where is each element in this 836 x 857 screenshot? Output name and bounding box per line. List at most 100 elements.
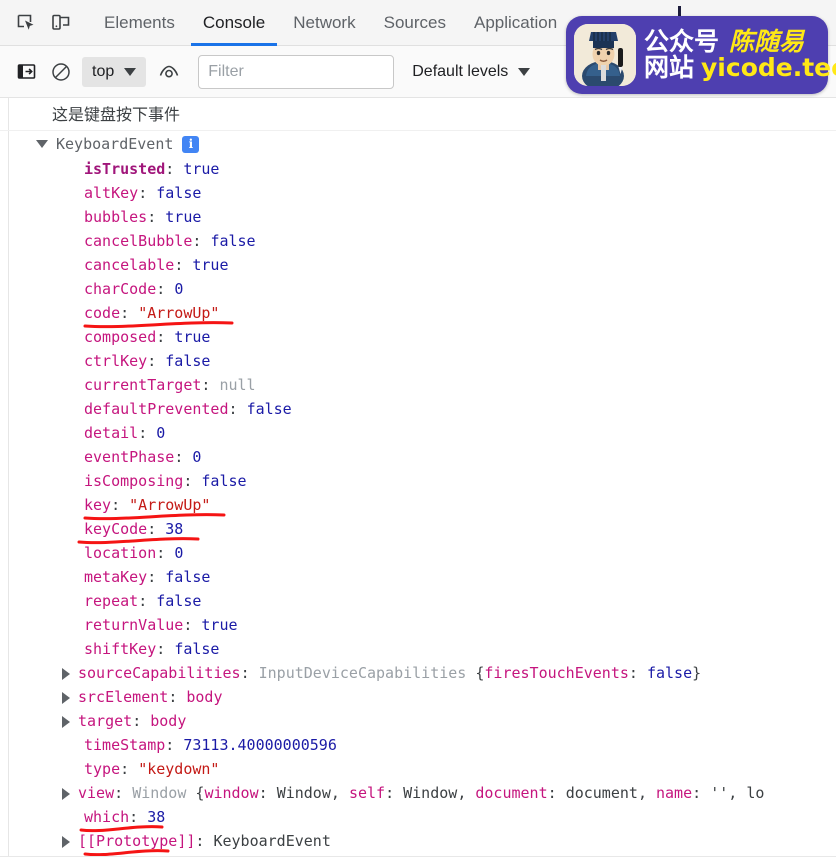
property-key: detail (84, 424, 139, 442)
info-icon[interactable]: i (182, 135, 200, 153)
property-key: bubbles (84, 208, 148, 226)
property-key: sourceCapabilities (78, 664, 241, 682)
tab-elements[interactable]: Elements (90, 0, 189, 46)
property-key: shiftKey (84, 640, 157, 658)
property-colon: : (201, 376, 220, 394)
property-colon: : (111, 496, 130, 514)
live-expression-icon[interactable] (152, 55, 186, 89)
execution-context-dropdown[interactable]: top (82, 56, 147, 87)
property-value: KeyboardEvent (213, 832, 331, 850)
property-key: target (78, 712, 133, 730)
tab-network[interactable]: Network (279, 0, 369, 46)
tab-sources[interactable]: Sources (370, 0, 460, 46)
property-value: true (174, 328, 211, 346)
property-colon: : (138, 184, 157, 202)
property-colon: : (147, 352, 166, 370)
property-row: altKey: false (0, 181, 836, 205)
property-value: false (246, 400, 292, 418)
property-value: true (183, 160, 220, 178)
tab-console[interactable]: Console (189, 0, 279, 46)
execution-context-value: top (92, 62, 115, 80)
property-row: keyCode: 38 (0, 517, 836, 545)
property-key: code (84, 304, 121, 322)
filter-input[interactable] (198, 54, 395, 89)
property-key: view (78, 784, 115, 802)
property-value: false (165, 568, 211, 586)
property-colon: : (120, 304, 139, 322)
property-colon: : (138, 592, 157, 610)
property-key: srcElement (78, 688, 169, 706)
property-row: isTrusted: true (0, 157, 836, 181)
property-row[interactable]: target: body (0, 709, 836, 733)
property-key: composed (84, 328, 157, 346)
watermark-badge: 公众号 陈随易 网站 yicode.tech (566, 16, 836, 94)
property-key: defaultPrevented (84, 400, 229, 418)
clear-console-icon[interactable] (44, 55, 78, 89)
object-constructor-name: KeyboardEvent (56, 135, 174, 153)
watermark-line-account: 公众号 陈随易 (644, 28, 836, 56)
triangle-right-icon[interactable] (62, 787, 70, 800)
property-colon: : (138, 424, 157, 442)
watermark-site-url: yicode.tech (701, 53, 836, 82)
property-colon: : (174, 448, 193, 466)
triangle-right-icon[interactable] (62, 691, 70, 704)
property-value: true (201, 616, 238, 634)
property-colon: : (120, 760, 139, 778)
watermark-text: 公众号 陈随易 网站 yicode.tech (644, 28, 836, 82)
property-colon: : (156, 280, 175, 298)
property-row: detail: 0 (0, 421, 836, 445)
inspect-element-icon[interactable] (10, 6, 44, 40)
keyboard-event-object-header[interactable]: KeyboardEvent i (0, 131, 836, 157)
property-row: location: 0 (0, 541, 836, 565)
triangle-down-icon[interactable] (36, 140, 48, 148)
property-row[interactable]: srcElement: body (0, 685, 836, 709)
property-value: false (156, 184, 202, 202)
property-colon: : (156, 640, 175, 658)
triangle-right-icon[interactable] (62, 715, 70, 728)
property-key: [[Prototype]] (78, 832, 196, 850)
property-colon: : (174, 256, 193, 274)
property-row: currentTarget: null (0, 373, 836, 397)
property-row: charCode: 0 (0, 277, 836, 301)
log-levels-value: Default levels (412, 62, 509, 80)
property-value: 0 (156, 424, 166, 442)
device-toolbar-icon[interactable] (44, 6, 78, 40)
triangle-right-icon[interactable] (62, 835, 70, 848)
property-value: "keydown" (138, 760, 220, 778)
tab-label: Elements (104, 12, 175, 32)
property-value: body (186, 688, 223, 706)
property-colon: : (228, 400, 247, 418)
console-message-row[interactable]: 这是键盘按下事件 (0, 98, 836, 131)
property-value: "ArrowUp" (138, 304, 220, 322)
devtools-tabs: Elements Console Network Sources Applica… (90, 0, 571, 46)
property-row[interactable]: view: Window {window: Window, self: Wind… (0, 781, 836, 805)
property-key: type (84, 760, 121, 778)
property-row[interactable]: sourceCapabilities: InputDeviceCapabilit… (0, 661, 836, 685)
property-key: altKey (84, 184, 139, 202)
log-levels-dropdown[interactable]: Default levels (412, 62, 531, 81)
console-sidebar-icon[interactable] (10, 55, 44, 89)
property-colon: : (240, 664, 259, 682)
property-colon: : (165, 736, 184, 754)
triangle-right-icon[interactable] (62, 667, 70, 680)
property-key: which (84, 808, 130, 826)
avatar (574, 24, 636, 86)
property-value: null (219, 376, 256, 394)
property-value: 38 (147, 808, 166, 826)
watermark-line-site: 网站 yicode.tech (644, 53, 836, 82)
property-value: 73113.40000000596 (183, 736, 337, 754)
property-key: key (84, 496, 112, 514)
property-row: which: 38 (0, 805, 836, 833)
console-output[interactable]: 这是键盘按下事件 KeyboardEvent i isTrusted: true… (0, 98, 836, 857)
property-colon: : (192, 232, 211, 250)
property-colon: : (129, 808, 148, 826)
tab-label: Application (473, 12, 558, 32)
property-value: InputDeviceCapabilities {firesTouchEvent… (258, 664, 702, 682)
property-row: key: "ArrowUp" (0, 493, 836, 521)
tab-label: Network (293, 12, 356, 32)
property-key: eventPhase (84, 448, 175, 466)
tab-application[interactable]: Application (460, 0, 571, 46)
property-row[interactable]: [[Prototype]]: KeyboardEvent (0, 829, 836, 857)
property-colon: : (156, 328, 175, 346)
property-value: false (156, 592, 202, 610)
